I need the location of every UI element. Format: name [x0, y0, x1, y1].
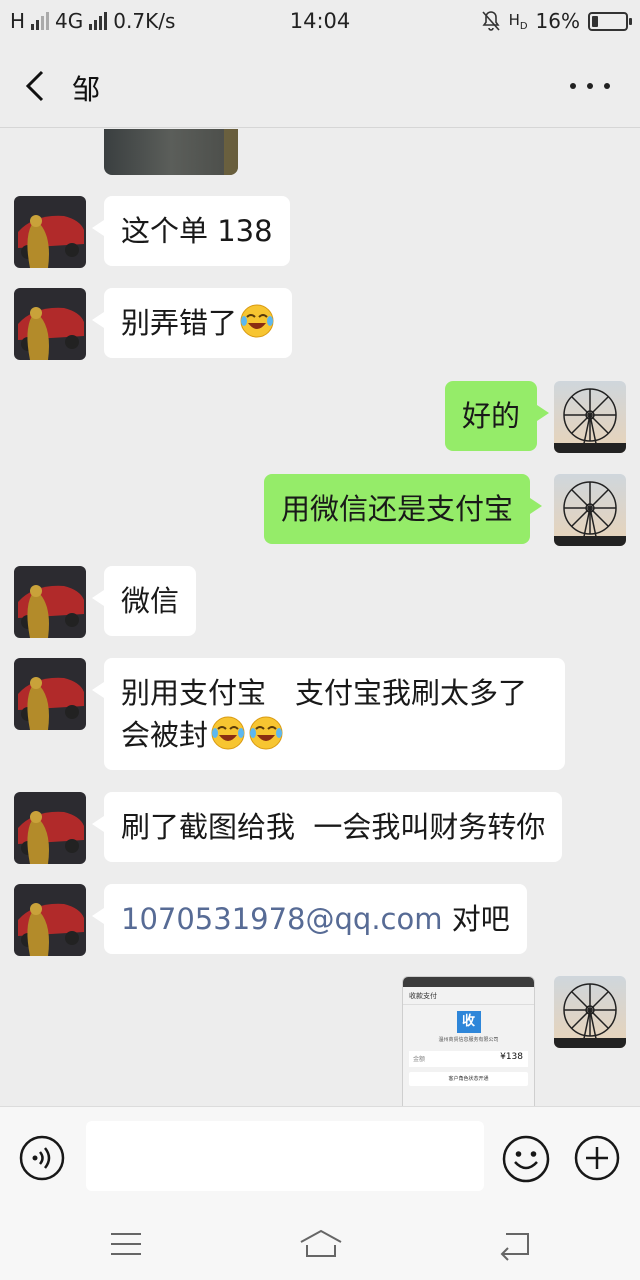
back-nav-button[interactable]: [496, 1226, 536, 1262]
message-bubble-incoming[interactable]: 刷了截图给我 一会我叫财务转你: [91, 792, 563, 862]
back-button[interactable]: [18, 64, 58, 108]
mute-icon: [481, 10, 501, 32]
message-text: 别用支付宝 支付宝我刷太多了: [121, 676, 528, 710]
screenshot-company: 温州商贸信息服务有限公司: [438, 1037, 499, 1043]
message-bubble-outgoing[interactable]: 用微信还是支付宝: [264, 474, 543, 544]
message-list[interactable]: 这个单 138 别弄错了 好的 用微信还是支付宝 微信 别用支付宝 支付宝我刷太…: [0, 129, 640, 1106]
screenshot-amount-field: 金额 ¥138: [409, 1051, 528, 1067]
plus-icon: [574, 1135, 620, 1181]
more-dots-icon: [570, 83, 576, 89]
laugh-cry-emoji: [239, 303, 275, 339]
screenshot-header: 收款支付: [403, 987, 534, 1005]
smiley-icon: [502, 1135, 550, 1183]
more-button[interactable]: [570, 74, 610, 98]
screenshot-image-message[interactable]: 收款支付 收 温州商贸信息服务有限公司 金额 ¥138 客户角色状态开通: [402, 976, 535, 1106]
emoji-button[interactable]: [501, 1134, 551, 1184]
laugh-cry-emoji: [248, 715, 284, 751]
contact-avatar[interactable]: [14, 288, 86, 360]
image-message[interactable]: [104, 129, 238, 175]
contact-avatar[interactable]: [14, 658, 86, 730]
voice-button[interactable]: [18, 1134, 66, 1182]
screenshot-button: 客户角色状态开通: [409, 1072, 528, 1086]
hd-icon: HD: [508, 10, 528, 32]
home-button[interactable]: [298, 1226, 344, 1262]
message-text: 别弄错了: [121, 306, 238, 340]
screenshot-logo: 收: [456, 1011, 481, 1033]
message-text: 用微信还是支付宝: [281, 492, 514, 526]
my-avatar[interactable]: [554, 381, 626, 453]
contact-avatar[interactable]: [14, 196, 86, 268]
message-bubble-outgoing[interactable]: 好的: [445, 381, 550, 451]
menu-button[interactable]: [106, 1226, 146, 1262]
email-link[interactable]: 1070531978@qq.com: [121, 902, 442, 936]
input-bar: [0, 1106, 640, 1208]
contact-avatar[interactable]: [14, 884, 86, 956]
message-bubble-incoming[interactable]: 这个单 138: [92, 196, 290, 266]
more-functions-button[interactable]: [573, 1134, 621, 1182]
voice-icon: [19, 1135, 65, 1181]
message-bubble-incoming[interactable]: 微信: [91, 566, 197, 636]
message-text: 好的: [462, 399, 521, 433]
status-bar: H 4G 0.7K/s 14:04 HD 16%: [0, 0, 640, 44]
my-avatar[interactable]: [554, 474, 626, 546]
message-text: 对吧: [442, 902, 510, 936]
message-text: 刷了截图给我 一会我叫财务转你: [121, 810, 546, 844]
battery-percent: 16%: [535, 9, 580, 33]
chat-header: 邹: [0, 44, 640, 128]
battery-icon: [588, 11, 632, 31]
message-text: 微信: [121, 584, 180, 618]
home-icon: [300, 1229, 342, 1257]
chevron-left-icon: [25, 70, 44, 102]
message-text: 会被封: [121, 718, 209, 752]
system-navigation-bar: [0, 1208, 640, 1280]
message-bubble-incoming[interactable]: 别用支付宝 支付宝我刷太多了 会被封: [92, 658, 565, 770]
message-bubble-incoming[interactable]: 别弄错了: [91, 288, 293, 358]
message-input[interactable]: [86, 1121, 484, 1191]
contact-avatar[interactable]: [14, 566, 86, 638]
message-text: 这个单 138: [121, 214, 273, 248]
menu-icon: [111, 1233, 141, 1255]
my-avatar[interactable]: [554, 976, 626, 1048]
message-bubble-incoming[interactable]: 1070531978@qq.com 对吧: [92, 884, 527, 954]
return-icon: [500, 1233, 529, 1261]
contact-avatar[interactable]: [14, 792, 86, 864]
chat-title: 邹: [72, 73, 101, 106]
laugh-cry-emoji: [210, 715, 246, 751]
